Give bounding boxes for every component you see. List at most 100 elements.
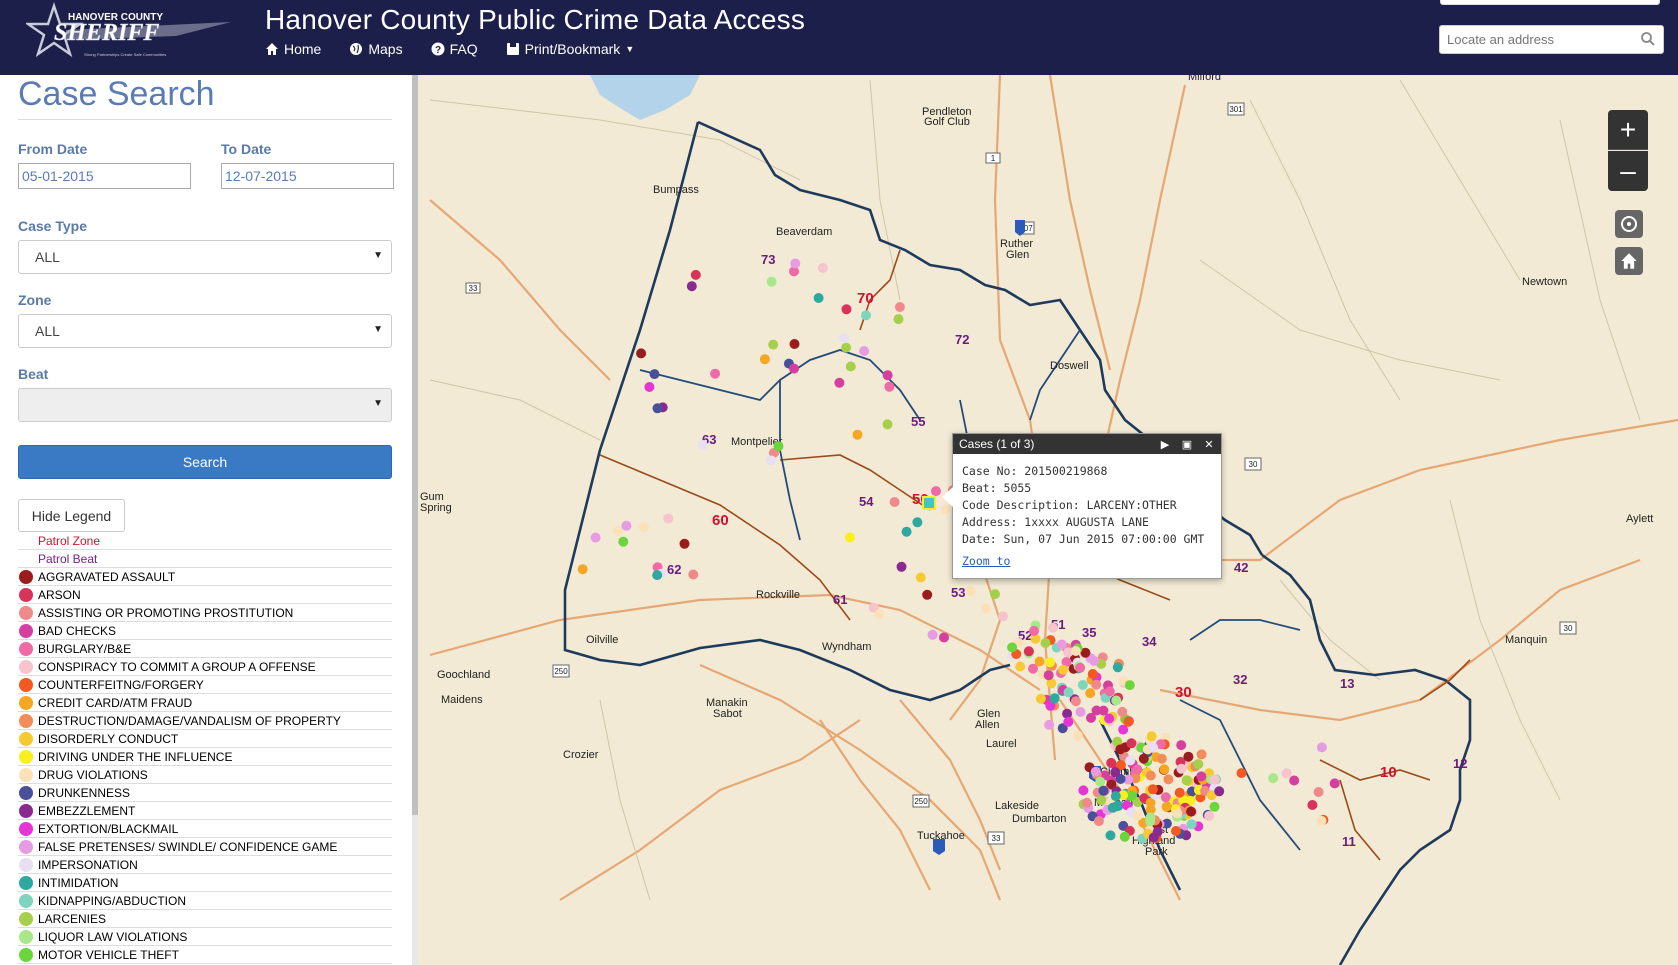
incident-marker[interactable] [1035,693,1046,704]
incident-marker[interactable] [1045,657,1055,668]
incident-marker[interactable] [912,517,923,528]
incident-marker[interactable] [861,310,871,321]
search-button[interactable]: Search [18,445,392,479]
incident-marker[interactable] [1316,742,1327,753]
incident-marker[interactable] [1023,646,1034,657]
incident-marker[interactable] [1214,786,1225,797]
incident-marker[interactable] [1196,771,1207,782]
incident-marker[interactable] [690,269,701,280]
incident-marker[interactable] [1072,730,1083,741]
hide-legend-button[interactable]: Hide Legend [18,499,125,532]
incident-marker[interactable] [931,486,941,497]
incident-marker[interactable] [686,281,697,292]
incident-marker[interactable] [1172,808,1183,819]
zoom-to-link[interactable]: Zoom to [962,553,1212,570]
incident-marker[interactable] [841,342,852,353]
incident-marker[interactable] [759,354,770,365]
incident-marker[interactable] [1048,622,1058,633]
incident-marker[interactable] [1171,826,1181,836]
incident-marker[interactable] [1090,766,1101,777]
incident-marker[interactable] [1107,802,1118,813]
incident-marker[interactable] [1063,687,1074,698]
incident-marker[interactable] [1209,801,1220,812]
incident-marker[interactable] [1316,815,1327,826]
incident-marker[interactable] [981,603,992,614]
from-date-input[interactable] [18,163,191,189]
beat-select[interactable]: ▼ [18,388,392,422]
incident-marker[interactable] [927,629,938,640]
incident-marker[interactable] [652,570,663,581]
incident-marker[interactable] [1132,810,1143,821]
incident-marker[interactable] [613,526,623,536]
incident-marker[interactable] [1034,656,1045,667]
incident-marker[interactable] [1138,753,1149,764]
incident-marker[interactable] [1117,706,1128,717]
incident-marker[interactable] [939,632,949,643]
incident-marker[interactable] [915,572,926,583]
incident-marker[interactable] [894,302,905,312]
incident-marker[interactable] [1115,744,1126,755]
zoom-out-button[interactable]: – [1608,151,1648,191]
incident-marker[interactable] [839,333,850,344]
incident-marker[interactable] [1147,742,1158,753]
incident-marker[interactable] [813,293,824,303]
incident-marker[interactable] [1125,755,1136,766]
incident-marker[interactable] [1123,716,1134,727]
incident-marker[interactable] [766,276,777,287]
incident-marker[interactable] [990,589,1000,600]
incident-marker[interactable] [1186,819,1197,830]
incident-marker[interactable] [1029,625,1039,636]
zone-select[interactable]: ALL ▼ [18,314,392,348]
incident-marker[interactable] [768,339,779,350]
incident-marker[interactable] [1183,751,1194,762]
incident-marker[interactable] [789,363,799,374]
incident-marker[interactable] [901,526,912,537]
to-date-input[interactable] [221,163,394,189]
incident-marker[interactable] [834,377,845,388]
crime-map[interactable]: 1 207 33 301 30 30 250 250 33 Milford Bum… [418,75,1678,965]
incident-marker[interactable] [618,536,629,547]
incident-marker[interactable] [1111,695,1122,706]
incident-marker[interactable] [889,497,900,507]
incident-marker[interactable] [1181,775,1192,786]
incident-marker[interactable] [1015,661,1026,672]
incident-marker[interactable] [1110,767,1121,778]
locate-address-input[interactable] [1439,25,1664,54]
incident-marker[interactable] [652,403,663,414]
incident-marker[interactable] [1056,639,1067,650]
incident-marker[interactable] [1281,768,1292,779]
incident-marker[interactable] [1329,778,1340,789]
incident-marker[interactable] [965,585,976,596]
incident-marker[interactable] [1124,680,1135,691]
maximize-icon[interactable]: ▣ [1181,438,1193,451]
incident-marker[interactable] [1075,707,1086,717]
incident-marker[interactable] [1145,816,1156,827]
incident-marker[interactable] [1126,738,1137,749]
incident-marker[interactable] [1193,759,1204,770]
incident-marker[interactable] [1098,785,1109,796]
incident-marker[interactable] [1095,776,1106,787]
incident-marker[interactable] [1104,713,1115,724]
locate-me-button[interactable] [1615,210,1643,238]
incident-marker[interactable] [688,569,699,580]
incident-marker[interactable] [859,346,870,356]
incident-marker[interactable] [1087,669,1098,679]
incident-marker[interactable] [1204,810,1215,821]
incident-marker[interactable] [1127,790,1138,801]
incident-marker[interactable] [1176,763,1187,774]
zoom-in-button[interactable]: + [1608,110,1648,150]
incident-marker[interactable] [1070,696,1081,707]
nav-maps[interactable]: Maps [349,41,403,57]
incident-marker[interactable] [577,564,588,575]
incident-marker[interactable] [893,314,904,325]
incident-marker[interactable] [1075,662,1086,673]
incident-marker[interactable] [1040,638,1051,648]
incident-marker[interactable] [1110,791,1121,802]
search-icon[interactable] [1640,31,1656,47]
incident-marker[interactable] [649,369,660,380]
incident-marker[interactable] [697,440,708,450]
incident-marker[interactable] [882,370,893,381]
incident-marker[interactable] [621,520,632,531]
incident-marker[interactable] [1070,646,1081,656]
incident-marker[interactable] [998,611,1009,622]
